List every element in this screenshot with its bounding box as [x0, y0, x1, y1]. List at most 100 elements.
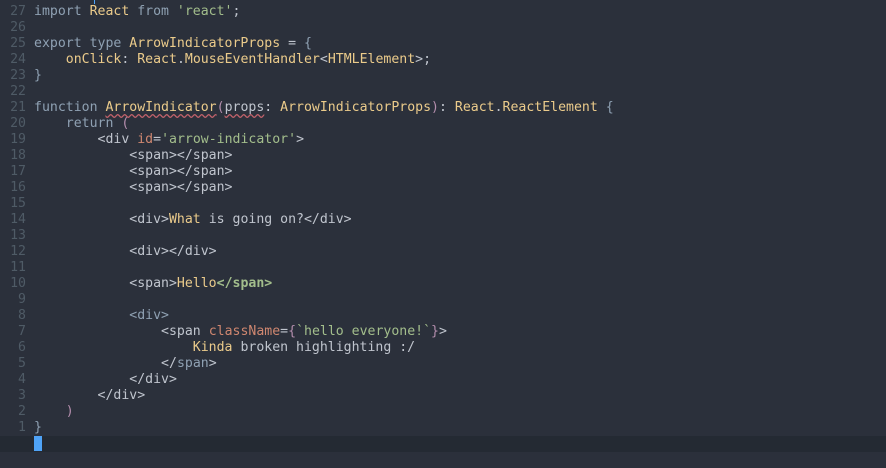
code-token: }: [431, 324, 439, 339]
code-line[interactable]: 5 </span>: [0, 356, 886, 372]
code-line[interactable]: 26: [0, 20, 886, 36]
code-token: .: [176, 52, 185, 67]
code-line[interactable]: 16 <span></span>: [0, 180, 886, 196]
line-code: <div></div>: [34, 244, 886, 260]
code-line[interactable]: 25 export type ArrowIndicatorProps = {: [0, 36, 886, 52]
code-token: export type: [34, 36, 130, 51]
code-token: <span></span>: [129, 148, 233, 163]
line-code: </span>: [34, 356, 886, 372]
line-number: 8: [18, 308, 26, 323]
code-token: <span></span>: [129, 164, 233, 179]
code-line[interactable]: 6 Kinda broken highlighting :/: [0, 340, 886, 356]
line-code: function ArrowIndicator(props: ArrowIndi…: [34, 100, 886, 116]
line-number: 25: [10, 36, 26, 51]
line-code: }: [34, 68, 886, 84]
line-number: 20: [10, 116, 26, 131]
code-token: ArrowIndicatorProps: [129, 36, 281, 51]
code-token: ReactElement: [502, 100, 598, 115]
line-number: 17: [10, 164, 26, 179]
code-line[interactable]: [0, 436, 886, 452]
code-line[interactable]: 9: [0, 292, 886, 308]
code-line[interactable]: 19 <div id='arrow-indicator'>: [0, 132, 886, 148]
code-line[interactable]: 2 ): [0, 404, 886, 420]
code-line[interactable]: 7 <span className={`hello everyone!`}>: [0, 324, 886, 340]
code-token: React: [454, 100, 495, 115]
line-number: 18: [10, 148, 26, 163]
code-token: =: [153, 132, 162, 147]
code-token: return: [65, 116, 122, 131]
line-number: 13: [10, 228, 26, 243]
code-line[interactable]: 8 <div>: [0, 308, 886, 324]
code-line[interactable]: 3 </div>: [0, 388, 886, 404]
line-number: 11: [10, 260, 26, 275]
line-number: 7: [18, 324, 26, 339]
line-number: 2: [18, 404, 26, 419]
code-line[interactable]: 15: [0, 196, 886, 212]
line-number: 15: [10, 196, 26, 211]
line-number: 9: [18, 292, 26, 307]
code-line[interactable]: 17 <span></span>: [0, 164, 886, 180]
line-number: 10: [10, 276, 26, 291]
code-line[interactable]: 27 import React from 'react';: [0, 4, 886, 20]
code-token: }: [34, 68, 42, 83]
line-code: <span></span>: [34, 164, 886, 180]
code-token: >: [439, 324, 447, 339]
line-code: <div>: [34, 308, 886, 324]
code-token: className: [208, 324, 281, 339]
line-code: <div id='arrow-indicator'>: [34, 132, 886, 148]
line-number: 16: [10, 180, 26, 195]
line-number: 14: [10, 212, 26, 227]
code-token: React: [89, 4, 130, 19]
code-token: :: [264, 100, 281, 115]
code-line[interactable]: 21 function ArrowIndicator(props: ArrowIn…: [0, 100, 886, 116]
line-code: import React from 'react';: [34, 4, 886, 20]
cursor-tick: [94, 0, 95, 4]
code-line[interactable]: 13: [0, 228, 886, 244]
code-line[interactable]: 24 onClick: React.MouseEventHandler<HTML…: [0, 52, 886, 68]
code-token: function: [34, 100, 106, 115]
line-code: </div>: [34, 372, 886, 388]
code-line[interactable]: 14 <div>What is going on?</div>: [0, 212, 886, 228]
code-token: span: [176, 356, 209, 371]
code-editor[interactable]: 27 import React from 'react'; 26 25 export t…: [0, 0, 886, 468]
code-token: Kinda: [192, 340, 241, 355]
code-line[interactable]: 22: [0, 84, 886, 100]
code-token: ;: [232, 4, 241, 19]
code-token: {: [303, 36, 312, 51]
code-line[interactable]: 4 </div>: [0, 372, 886, 388]
code-line[interactable]: 18 <span></span>: [0, 148, 886, 164]
code-token: 'react': [176, 4, 233, 19]
code-line[interactable]: 1}: [0, 420, 886, 436]
code-line[interactable]: 12 <div></div>: [0, 244, 886, 260]
code-token: props: [224, 100, 265, 115]
line-code: <span>Hello</span>: [34, 276, 886, 292]
line-code: onClick: React.MouseEventHandler<HTMLEle…: [34, 52, 886, 68]
line-code: <span></span>: [34, 148, 886, 164]
line-number: 5: [18, 356, 26, 371]
code-token: <div>: [129, 308, 169, 323]
code-token: MouseEventHandler: [184, 52, 320, 67]
code-token: =: [280, 324, 289, 339]
code-line[interactable]: 20 return (: [0, 116, 886, 132]
code-line[interactable]: 23}: [0, 68, 886, 84]
code-token: ArrowIndicator: [105, 100, 217, 115]
code-line[interactable]: 11: [0, 260, 886, 276]
code-token: ArrowIndicatorProps: [280, 100, 432, 115]
code-line[interactable]: 10 <span>Hello</span>: [0, 276, 886, 292]
line-number: 27: [10, 4, 26, 19]
code-token: </div>: [303, 212, 352, 227]
